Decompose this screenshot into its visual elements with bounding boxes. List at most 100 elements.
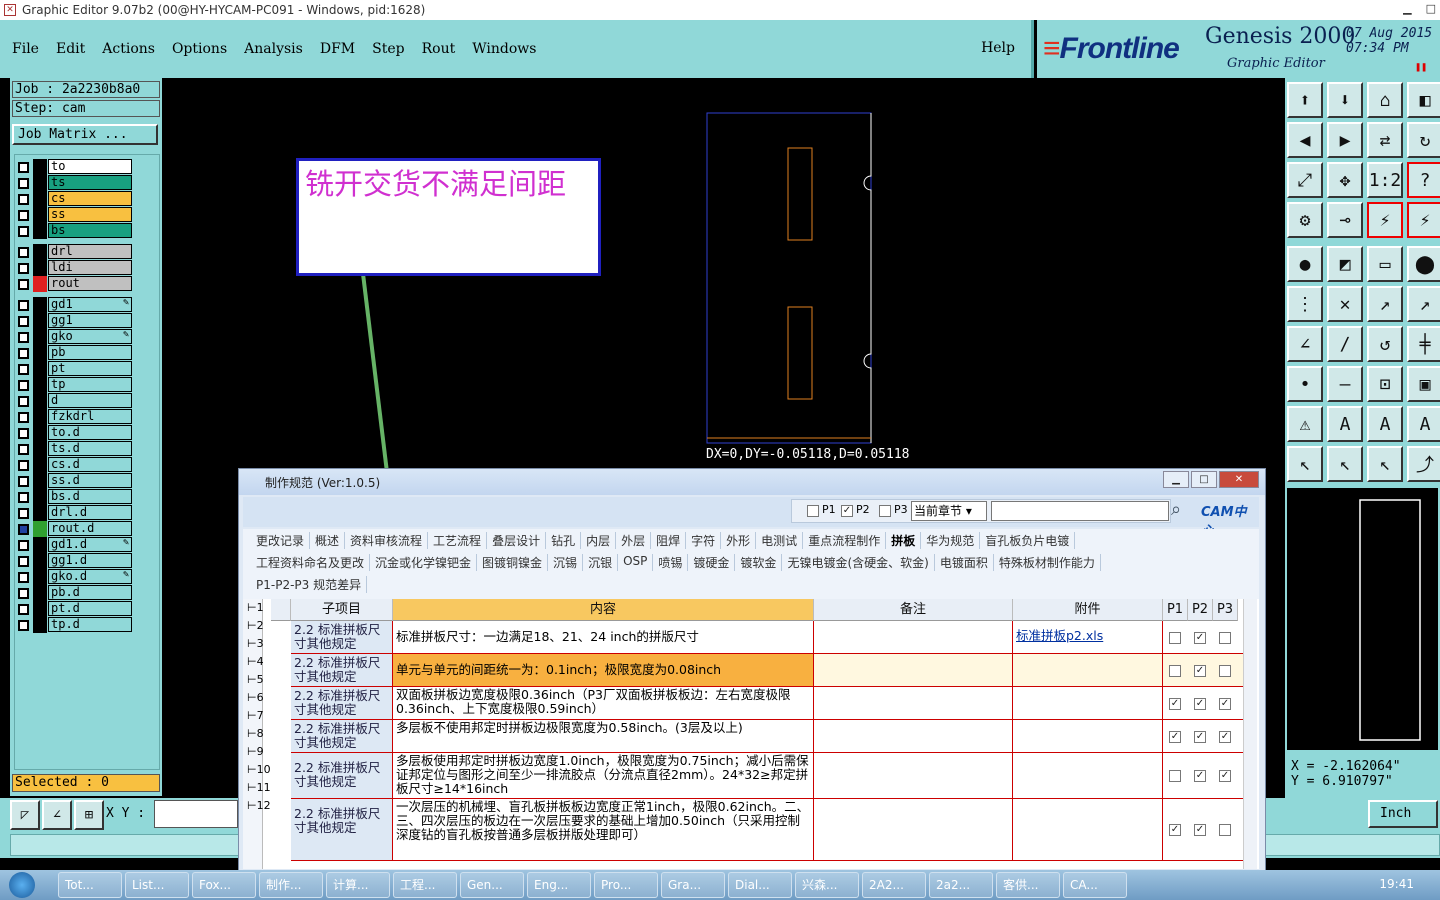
layer-name[interactable]: tp	[48, 377, 132, 392]
tab[interactable]: 内层	[581, 532, 617, 549]
tab[interactable]: 喷锡	[653, 554, 689, 571]
layer-name[interactable]: ss	[48, 207, 132, 222]
maximize-icon[interactable]: □	[1426, 2, 1436, 15]
cell-p3-checkbox[interactable]	[1219, 631, 1231, 644]
layer-color-swatch[interactable]	[33, 191, 47, 207]
layer-row[interactable]: pb.d	[15, 585, 141, 601]
layer-checkbox[interactable]	[18, 348, 29, 359]
table-row[interactable]: 2.2 标准拼板尺寸其他规定 一次层压的机械埋、盲孔板拼板板边宽度正常1inch，…	[291, 799, 1251, 861]
layer-checkbox[interactable]	[18, 396, 29, 407]
route-icon[interactable]: ⤴	[1407, 446, 1440, 482]
cell-p3-checkbox[interactable]: ✓	[1219, 697, 1231, 710]
layer-checkbox[interactable]	[18, 428, 29, 439]
layer-checkbox[interactable]	[18, 620, 29, 631]
tab[interactable]: 图镀铜镍金	[477, 554, 549, 571]
start-button[interactable]	[0, 870, 44, 900]
cell-p1-checkbox[interactable]	[1169, 770, 1181, 782]
row-number[interactable]: ⊢12	[247, 799, 271, 812]
layer-color-swatch[interactable]	[33, 159, 47, 175]
taskbar-item[interactable]: 兴森...	[795, 872, 859, 898]
taskbar-item[interactable]: 2a2...	[929, 872, 993, 898]
layer-color-swatch[interactable]	[33, 553, 47, 569]
layer-row[interactable]: rout.d	[15, 521, 141, 537]
minimap[interactable]	[1287, 488, 1438, 750]
row-number[interactable]: ⊢2	[247, 619, 264, 632]
layer-name[interactable]: ts	[48, 175, 132, 190]
minus-icon[interactable]: —	[1327, 366, 1363, 402]
job-matrix-button[interactable]: Job Matrix ...	[12, 124, 158, 145]
layer-checkbox[interactable]	[18, 364, 29, 375]
tab[interactable]: 钻孔	[546, 532, 582, 549]
layer-checkbox[interactable]	[18, 492, 29, 503]
tab[interactable]: 沉银	[583, 554, 619, 571]
pause-icon[interactable]: ❚❚	[1415, 62, 1427, 73]
layer-name[interactable]: rout	[48, 276, 132, 291]
layer-name[interactable]: gko.d	[48, 569, 132, 584]
save-icon[interactable]: ⬇	[1327, 82, 1363, 118]
layer-row[interactable]: tp.d	[15, 617, 141, 633]
layer-name[interactable]: gd1	[48, 297, 132, 312]
tab[interactable]: P1-P2-P3 规范差异	[251, 576, 368, 593]
table-row[interactable]: 2.2 标准拼板尺寸其他规定 标准拼板尺寸：一边满足18、21、24 inch的拼…	[291, 621, 1251, 654]
layer-row[interactable]: rout	[15, 276, 141, 292]
layer-color-swatch[interactable]	[33, 345, 47, 361]
menu-file[interactable]: File	[12, 41, 39, 57]
layer-color-swatch[interactable]	[33, 441, 47, 457]
layer-color-swatch[interactable]	[33, 617, 47, 633]
grid-b-icon[interactable]: ⚡	[1407, 202, 1440, 238]
filter-p1-checkbox[interactable]	[807, 505, 819, 517]
layer-row[interactable]: cs.d	[15, 457, 141, 473]
layer-name[interactable]: pb	[48, 345, 132, 360]
letter-a3-icon[interactable]: A	[1407, 406, 1440, 442]
layer-name[interactable]: ts.d	[48, 441, 132, 456]
row-number[interactable]: ⊢5	[247, 673, 264, 686]
connect-icon[interactable]: ↗	[1407, 286, 1440, 322]
layer-color-swatch[interactable]	[33, 260, 47, 276]
layer-checkbox[interactable]	[18, 508, 29, 519]
layer-row[interactable]: d	[15, 393, 141, 409]
link-icon[interactable]: ↗	[1367, 286, 1403, 322]
cell-p2-checkbox[interactable]: ✓	[1194, 664, 1206, 677]
layer-row[interactable]: bs	[15, 223, 141, 239]
layer-color-swatch[interactable]	[33, 489, 47, 505]
layer-name[interactable]: pb.d	[48, 585, 132, 600]
layer-row[interactable]: gko.d ✎	[15, 569, 141, 585]
row-number[interactable]: ⊢7	[247, 709, 264, 722]
layer-color-swatch[interactable]	[33, 505, 47, 521]
search-input[interactable]	[991, 501, 1169, 521]
cell-p2-checkbox[interactable]: ✓	[1194, 730, 1206, 743]
layer-checkbox[interactable]	[18, 279, 29, 290]
col-header-note[interactable]: 备注	[814, 599, 1013, 621]
units-button[interactable]: Inch	[1368, 800, 1438, 828]
grid-a-icon[interactable]: ⚡	[1367, 202, 1403, 238]
layer-row[interactable]: gko ✎	[15, 329, 141, 345]
table-row[interactable]: 2.2 标准拼板尺寸其他规定 双面板拼板边宽度极限0.36inch（P3厂双面板拼…	[291, 687, 1251, 720]
tab[interactable]: 盲孔板负片电镀	[980, 532, 1076, 549]
table-row[interactable]: 2.2 标准拼板尺寸其他规定 多层板不使用邦定时拼板边极限宽度为0.58inch。…	[291, 720, 1251, 753]
box-icon[interactable]: ▣	[1407, 366, 1440, 402]
layer-checkbox[interactable]	[18, 540, 29, 551]
nodes-icon[interactable]: ⋮	[1287, 286, 1323, 322]
filter-p2-checkbox[interactable]: ✓	[841, 505, 853, 517]
scale-icon[interactable]: 1:2	[1367, 162, 1403, 198]
arc-icon[interactable]: ↺	[1367, 326, 1403, 362]
cell-p1-checkbox[interactable]: ✓	[1169, 697, 1181, 710]
dialog-close-button[interactable]: ✕	[1219, 471, 1259, 488]
ruler-icon[interactable]: ▭	[1367, 246, 1403, 282]
arrow3-icon[interactable]: ↖	[1367, 446, 1403, 482]
table-row[interactable]: 2.2 标准拼板尺寸其他规定 单元与单元的间距统一为：0.1inch；极限宽度为0…	[291, 654, 1251, 687]
triangle-icon[interactable]: ⚠	[1287, 406, 1323, 442]
tab[interactable]: 阻焊	[651, 532, 687, 549]
layer-checkbox[interactable]	[18, 300, 29, 311]
frame-icon[interactable]: ◧	[1407, 82, 1440, 118]
tab[interactable]: 沉锡	[548, 554, 584, 571]
rotate-icon[interactable]: ↻	[1407, 122, 1440, 158]
taskbar-item[interactable]: 工程...	[393, 872, 457, 898]
layer-checkbox[interactable]	[18, 604, 29, 615]
row-number[interactable]: ⊢1	[247, 601, 264, 614]
layer-checkbox[interactable]	[18, 178, 29, 189]
query-icon[interactable]: ?	[1407, 162, 1440, 198]
line-icon[interactable]: ∕	[1327, 326, 1363, 362]
layer-name[interactable]: pt	[48, 361, 132, 376]
tab[interactable]: 沉金或化学镍钯金	[370, 554, 478, 571]
